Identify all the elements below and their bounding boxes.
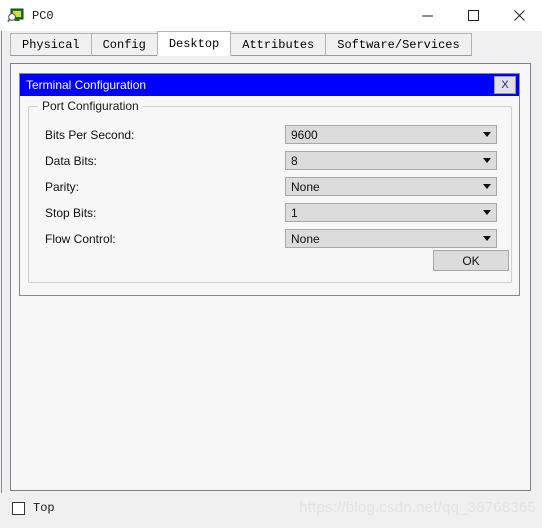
top-checkbox[interactable] [12, 501, 25, 515]
chevron-down-icon [483, 210, 491, 215]
select-parity[interactable]: None [285, 177, 497, 196]
tab-strip: Physical Config Desktop Attributes Softw… [0, 31, 542, 56]
maximize-icon[interactable] [450, 0, 496, 31]
row-stop-bits: Stop Bits: 1 [45, 203, 497, 222]
label-data-bits: Data Bits: [45, 153, 98, 168]
port-configuration-group: Port Configuration Bits Per Second: 9600… [28, 99, 512, 283]
window-title: PC0 [32, 8, 54, 23]
top-checkbox-label: Top [33, 501, 55, 515]
tab-physical[interactable]: Physical [10, 33, 92, 56]
label-flow-control: Flow Control: [45, 231, 116, 246]
chevron-down-icon [483, 236, 491, 241]
value-parity: None [291, 179, 320, 194]
select-bits-per-second[interactable]: 9600 [285, 125, 497, 144]
dialog-close-button[interactable]: X [494, 76, 516, 94]
close-icon[interactable] [496, 0, 542, 31]
chevron-down-icon [483, 184, 491, 189]
desktop-content-panel: Terminal Configuration X Port Configurat… [10, 63, 531, 491]
ok-button[interactable]: OK [433, 250, 509, 271]
label-stop-bits: Stop Bits: [45, 205, 97, 220]
window-titlebar: PC0 [0, 0, 542, 31]
port-configuration-legend: Port Configuration [38, 99, 143, 113]
value-stop-bits: 1 [291, 205, 298, 220]
value-flow-control: None [291, 231, 320, 246]
value-data-bits: 8 [291, 153, 298, 168]
bottom-bar: Top https://blog.csdn.net/qq_38768365 [0, 493, 542, 528]
tab-software-services[interactable]: Software/Services [325, 33, 472, 56]
chevron-down-icon [483, 158, 491, 163]
tab-config[interactable]: Config [90, 33, 158, 56]
minimize-icon[interactable] [404, 0, 450, 31]
select-flow-control[interactable]: None [285, 229, 497, 248]
terminal-configuration-dialog: Terminal Configuration X Port Configurat… [19, 73, 520, 296]
select-stop-bits[interactable]: 1 [285, 203, 497, 222]
chevron-down-icon [483, 132, 491, 137]
value-bits-per-second: 9600 [291, 127, 318, 142]
label-parity: Parity: [45, 179, 80, 194]
label-bits-per-second: Bits Per Second: [45, 127, 135, 142]
pc-device-icon [7, 7, 25, 25]
row-flow-control: Flow Control: None [45, 229, 497, 248]
tab-attributes[interactable]: Attributes [230, 33, 327, 56]
select-data-bits[interactable]: 8 [285, 151, 497, 170]
dialog-title: Terminal Configuration [26, 78, 147, 92]
row-parity: Parity: None [45, 177, 497, 196]
tab-desktop[interactable]: Desktop [156, 31, 232, 56]
dialog-titlebar: Terminal Configuration X [20, 74, 519, 96]
row-data-bits: Data Bits: 8 [45, 151, 497, 170]
watermark-text: https://blog.csdn.net/qq_38768365 [299, 499, 536, 516]
top-checkbox-group[interactable]: Top [12, 501, 55, 515]
row-bits-per-second: Bits Per Second: 9600 [45, 125, 497, 144]
window-controls [404, 0, 542, 31]
window-left-edge [0, 31, 3, 493]
